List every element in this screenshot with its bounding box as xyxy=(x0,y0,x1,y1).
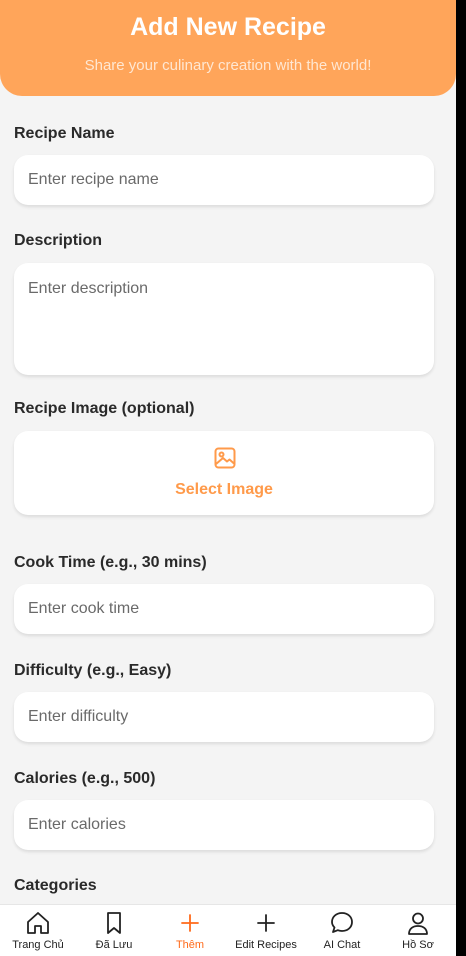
description-label: Description xyxy=(14,232,103,249)
page-title: Add New Recipe xyxy=(130,13,326,41)
home-icon xyxy=(27,912,49,934)
nav-item-home[interactable]: Trang Chủ xyxy=(0,905,76,956)
nav-label-home: Trang Chủ xyxy=(12,939,64,951)
nav-item-profile[interactable]: Hồ Sơ xyxy=(380,905,456,956)
difficulty-input[interactable]: Enter difficulty xyxy=(14,692,434,742)
plus-icon xyxy=(181,914,199,932)
nav-item-saved[interactable]: Đã Lưu xyxy=(76,905,152,956)
nav-item-ai-chat[interactable]: AI Chat xyxy=(304,905,380,956)
image-icon xyxy=(214,447,236,469)
difficulty-placeholder: Enter difficulty xyxy=(28,708,129,725)
nav-label-add: Thêm xyxy=(175,939,205,951)
nav-item-edit-recipes[interactable]: Edit Recipes xyxy=(228,905,304,956)
cook-time-label: Cook Time (e.g., 30 mins) xyxy=(14,554,207,571)
difficulty-label: Difficulty (e.g., Easy) xyxy=(14,662,172,679)
chat-bubble-icon xyxy=(331,912,353,933)
description-input[interactable]: Enter description xyxy=(14,263,434,375)
categories-label: Categories xyxy=(14,877,97,894)
nav-label-profile: Hồ Sơ xyxy=(402,939,434,951)
nav-label-ai-chat: AI Chat xyxy=(323,939,361,951)
select-image-button[interactable]: Select Image xyxy=(14,431,434,515)
calories-input[interactable]: Enter calories xyxy=(14,800,434,850)
calories-label: Calories (e.g., 500) xyxy=(14,770,156,787)
cook-time-placeholder: Enter cook time xyxy=(28,600,140,617)
nav-label-edit-recipes: Edit Recipes xyxy=(235,939,297,951)
add-recipe-screen: Add New Recipe Share your culinary creat… xyxy=(0,0,456,956)
bookmark-icon xyxy=(107,912,121,934)
cook-time-input[interactable]: Enter cook time xyxy=(14,584,434,634)
user-icon xyxy=(408,912,428,935)
nav-label-saved: Đã Lưu xyxy=(95,939,133,951)
calories-placeholder: Enter calories xyxy=(28,816,126,833)
bottom-nav: Trang Chủ Đã Lưu Thêm Edit Recipes AI Ch… xyxy=(0,904,456,956)
recipe-image-label: Recipe Image (optional) xyxy=(14,400,195,417)
page-subtitle: Share your culinary creation with the wo… xyxy=(84,57,372,74)
select-image-label: Select Image xyxy=(175,481,273,498)
recipe-name-label: Recipe Name xyxy=(14,125,115,142)
recipe-name-input[interactable]: Enter recipe name xyxy=(14,155,434,205)
description-placeholder: Enter description xyxy=(28,280,149,297)
header: Add New Recipe Share your culinary creat… xyxy=(0,0,456,96)
plus-icon xyxy=(257,914,275,932)
recipe-name-placeholder: Enter recipe name xyxy=(28,171,159,188)
nav-item-add[interactable]: Thêm xyxy=(152,905,228,956)
